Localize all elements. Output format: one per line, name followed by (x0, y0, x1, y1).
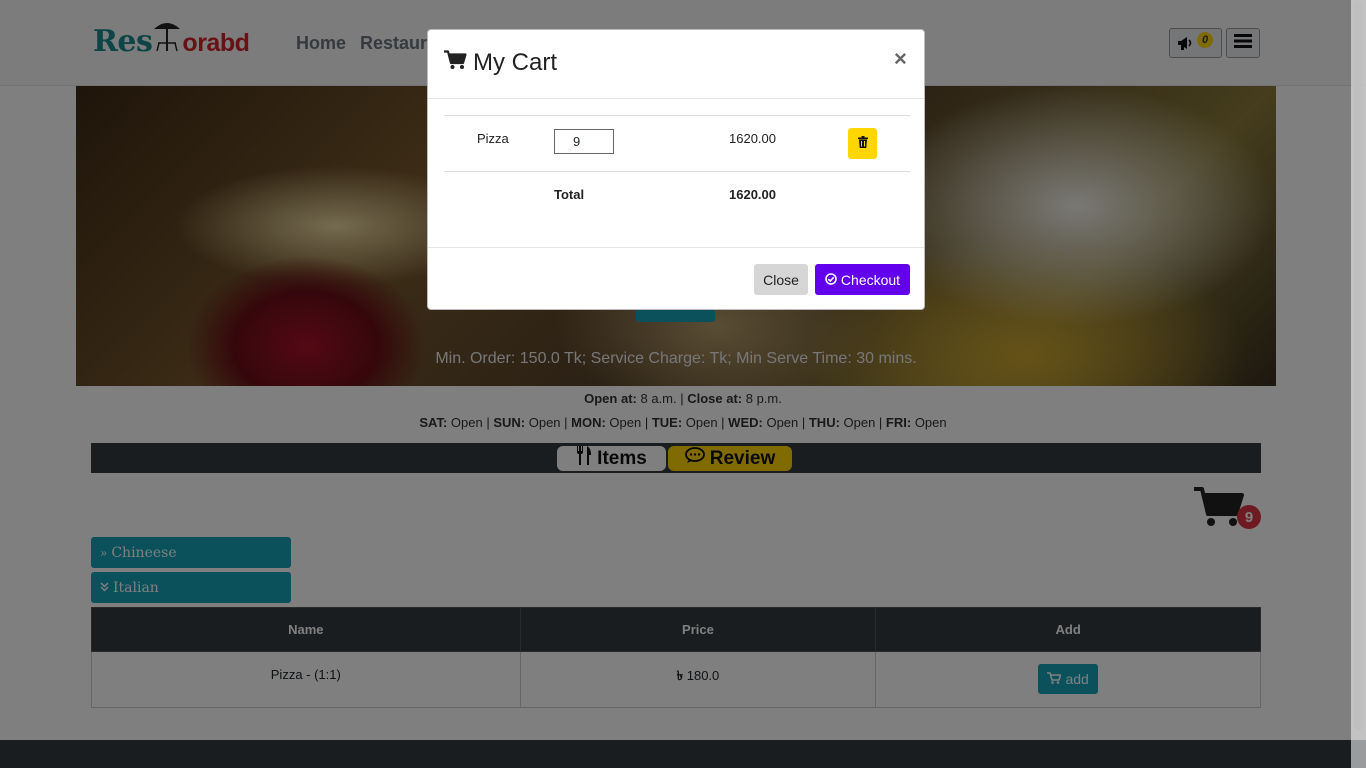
cart-item-amount: 1620.00 (729, 131, 776, 146)
cart-item-name: Pizza (477, 131, 509, 146)
remove-item-button[interactable] (848, 128, 877, 159)
total-label: Total (554, 187, 585, 202)
close-icon[interactable]: × (894, 46, 907, 72)
checkout-button[interactable]: Checkout (815, 264, 910, 295)
checkout-label: Checkout (840, 271, 901, 288)
quantity-input[interactable]: 9 (554, 129, 614, 154)
modal-title: My Cart (444, 49, 557, 77)
modal-header: My Cart × (428, 30, 924, 99)
page-scrollbar[interactable] (1351, 0, 1366, 768)
modal-title-text: My Cart (473, 49, 557, 76)
scrollbar-thumb[interactable] (1354, 2, 1363, 730)
cart-row: Pizza 9 1620.00 (444, 115, 910, 171)
modal-footer: Close Checkout (428, 247, 924, 310)
cart-modal: My Cart × Pizza 9 1620.00 Total 1620.00 … (427, 29, 925, 310)
shopping-cart-icon (444, 49, 467, 77)
cart-total-row: Total 1620.00 (444, 171, 910, 217)
total-value: 1620.00 (729, 187, 776, 202)
close-button[interactable]: Close (754, 264, 808, 295)
check-circle-icon (825, 272, 837, 288)
trash-icon (857, 135, 868, 153)
